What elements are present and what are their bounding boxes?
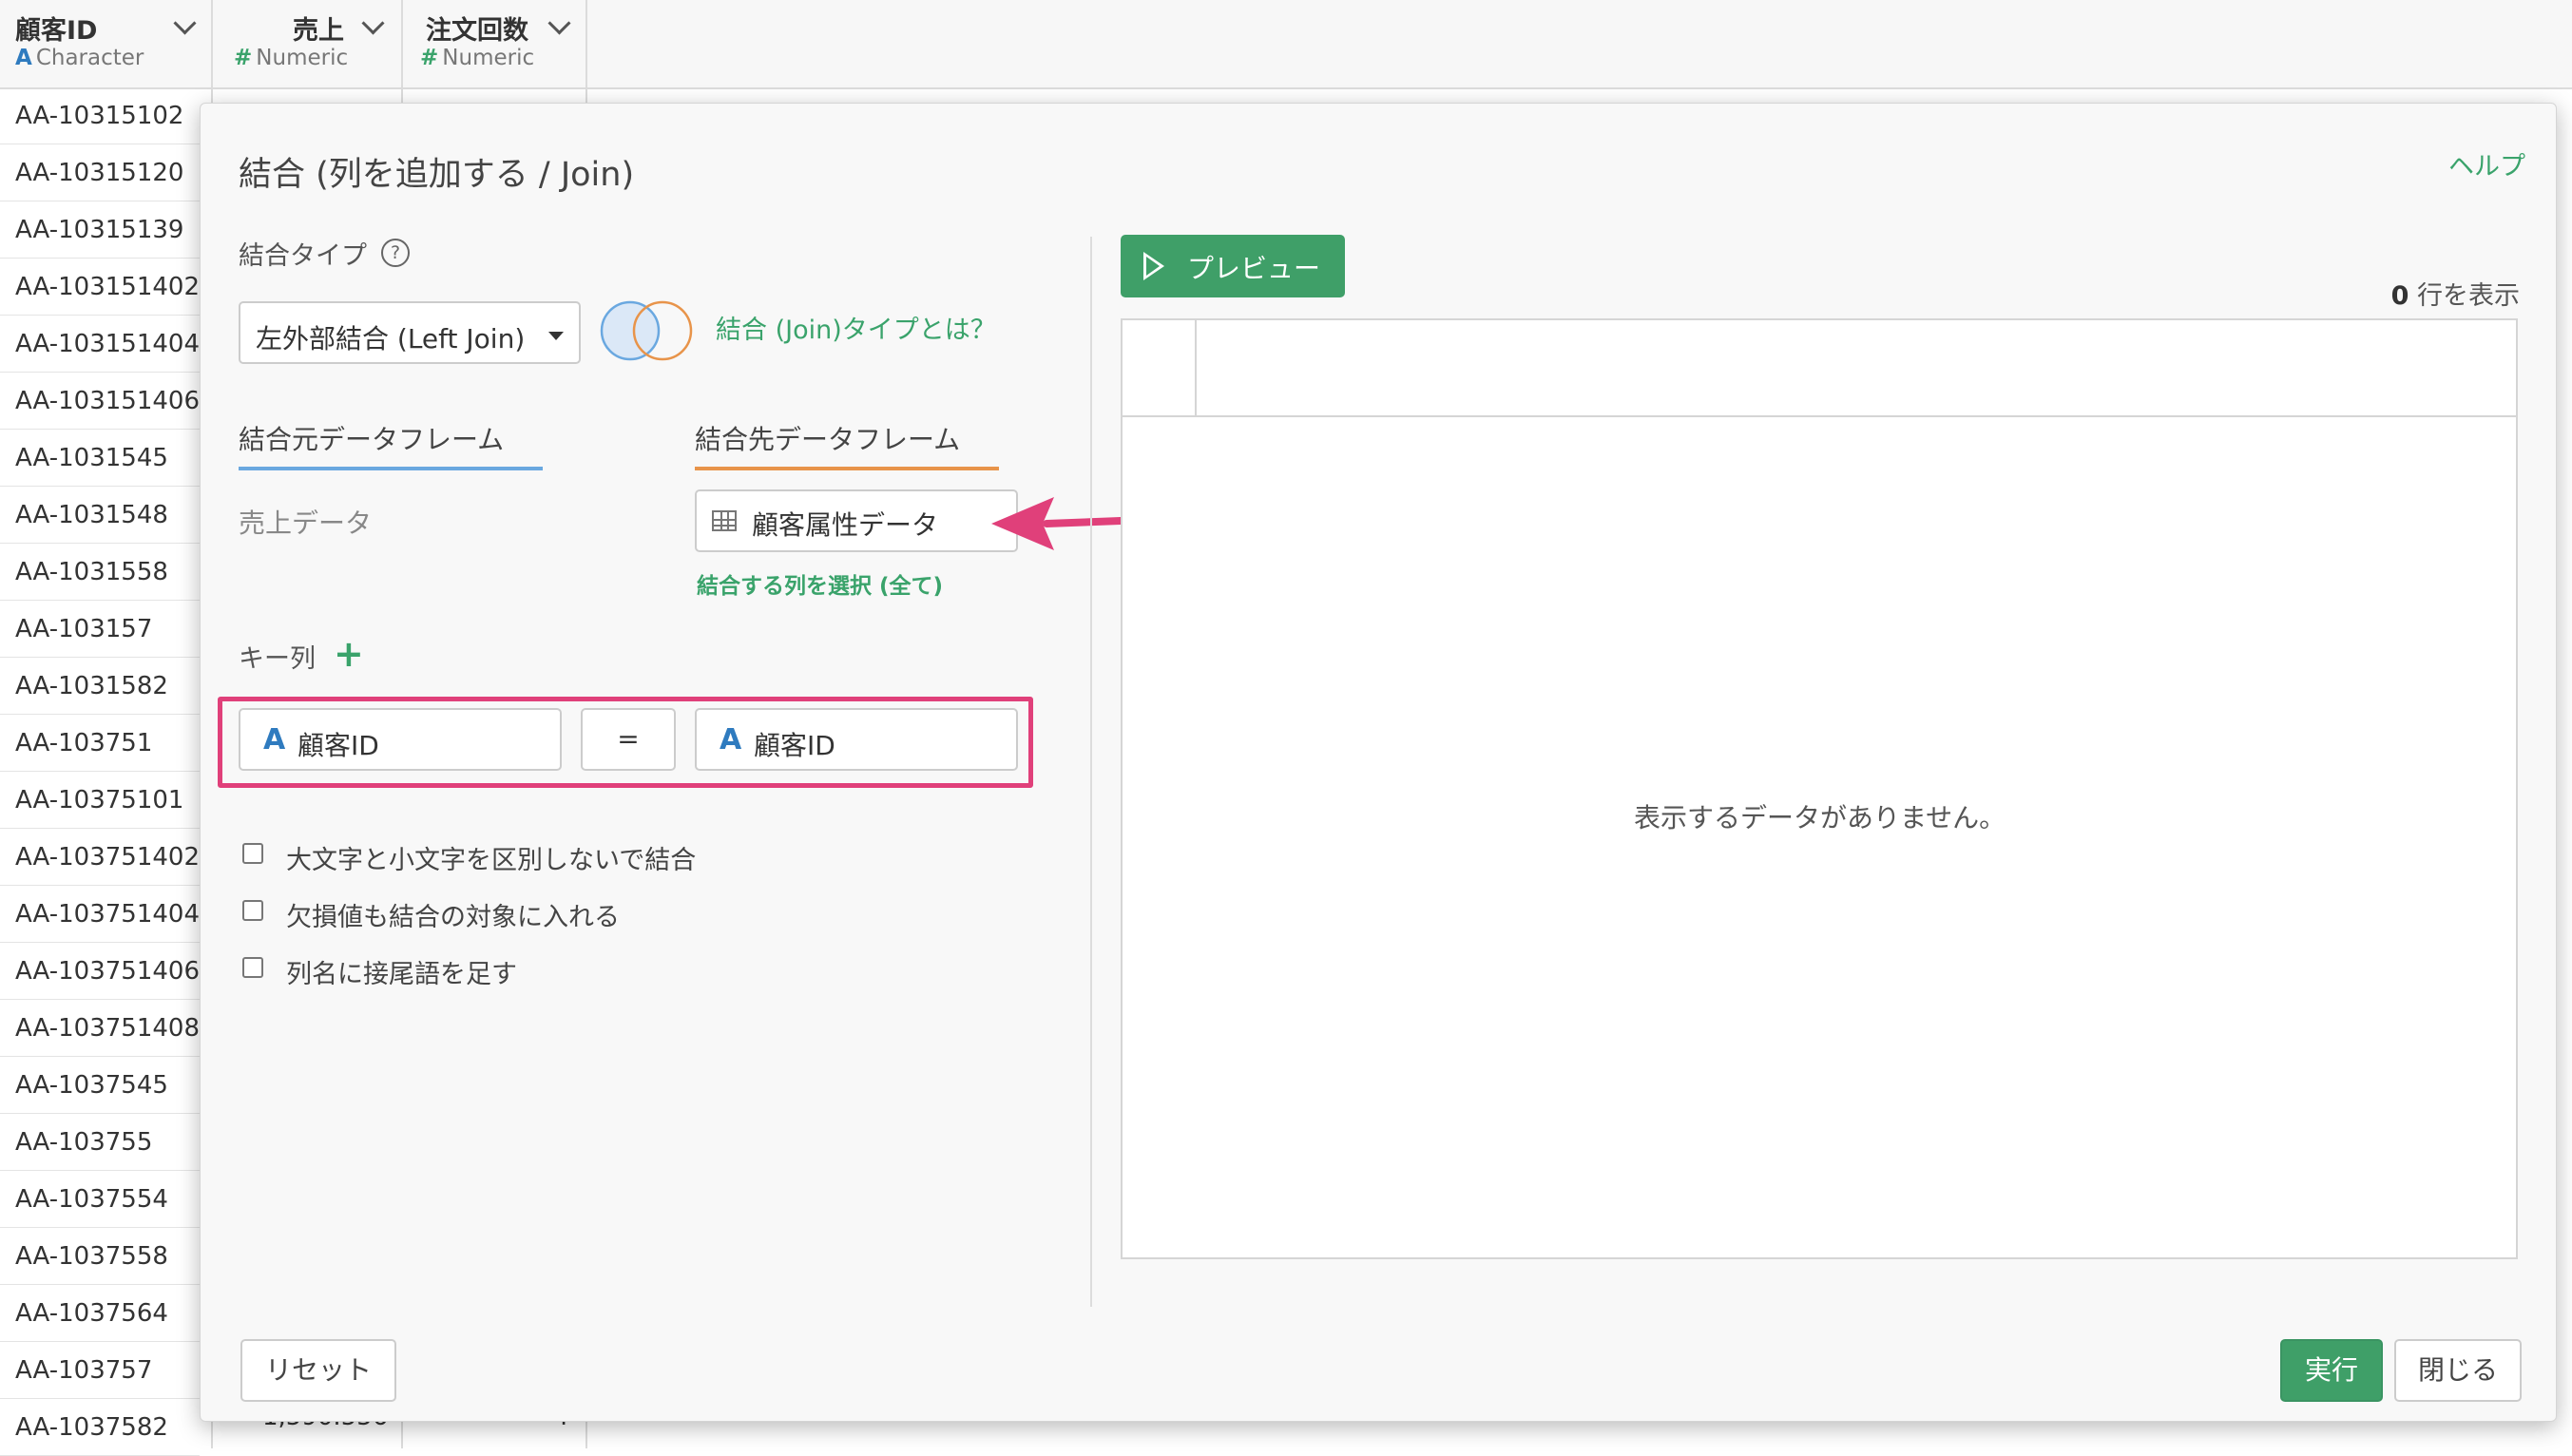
table-row[interactable]: AA-1037582 bbox=[0, 1399, 200, 1456]
preview-table-header bbox=[1123, 320, 2516, 417]
source-tab-underline bbox=[239, 467, 543, 470]
option-add-suffix[interactable]: 列名に接尾語を足す bbox=[242, 953, 813, 989]
add-key-icon[interactable]: + bbox=[334, 636, 364, 672]
tab-target-dataframe[interactable]: 結合先データフレーム bbox=[695, 419, 960, 457]
table-row[interactable]: AA-1031558 bbox=[0, 544, 200, 601]
table-row[interactable]: AA-1037564 bbox=[0, 1285, 200, 1342]
close-button[interactable]: 閉じる bbox=[2394, 1339, 2522, 1402]
option-include-missing[interactable]: 欠損値も結合の対象に入れる bbox=[242, 896, 813, 932]
column-header-order-count[interactable]: 注文回数 # Numeric bbox=[403, 0, 587, 87]
chevron-down-icon[interactable] bbox=[361, 11, 385, 35]
empty-message: 表示するデータがありません。 bbox=[1634, 802, 2006, 833]
table-row[interactable]: AA-1037554 bbox=[0, 1171, 200, 1228]
dialog-title: 結合 (列を追加する / Join) bbox=[239, 156, 635, 194]
checkbox[interactable] bbox=[242, 957, 263, 978]
join-type-label: 結合タイプ bbox=[239, 241, 367, 271]
row-count: 0 行を表示 bbox=[2390, 281, 2520, 311]
table-row[interactable]: AA-1031545 bbox=[0, 430, 200, 487]
help-circle-icon[interactable]: ? bbox=[381, 239, 410, 267]
numeric-type-icon: # bbox=[234, 46, 253, 70]
caret-down-icon bbox=[548, 332, 564, 340]
table-row[interactable]: AA-1031548 bbox=[0, 487, 200, 544]
key-operator-select[interactable]: = bbox=[581, 708, 676, 771]
target-dataframe-select[interactable]: 顧客属性データ bbox=[695, 489, 1018, 552]
target-tab-underline bbox=[695, 467, 999, 470]
column-type: A Character bbox=[15, 46, 144, 70]
table-row[interactable]: AA-10375101 bbox=[0, 772, 200, 829]
target-dataframe-name: 顧客属性データ bbox=[752, 509, 939, 541]
table-row[interactable]: AA-103151402 bbox=[0, 259, 200, 316]
table-row[interactable]: AA-103751 bbox=[0, 715, 200, 772]
table-row[interactable]: AA-103755 bbox=[0, 1114, 200, 1171]
column-header-sales[interactable]: 売上 # Numeric bbox=[213, 0, 403, 87]
help-link[interactable]: ヘルプ bbox=[2448, 145, 2525, 182]
table-row[interactable]: AA-103751408 bbox=[0, 1000, 200, 1057]
target-key-select[interactable]: A 顧客ID bbox=[695, 708, 1018, 771]
column-type: # Numeric bbox=[234, 46, 349, 70]
reset-button[interactable]: リセット bbox=[240, 1339, 396, 1402]
table-row[interactable]: AA-103151406 bbox=[0, 373, 200, 430]
table-row[interactable]: AA-1037545 bbox=[0, 1057, 200, 1114]
table-row[interactable]: AA-103751402 bbox=[0, 829, 200, 886]
numeric-type-icon: # bbox=[420, 46, 439, 70]
chevron-down-icon[interactable] bbox=[547, 11, 571, 35]
table-row[interactable]: AA-103751406 bbox=[0, 943, 200, 1000]
source-dataframe-name: 売上データ bbox=[239, 508, 373, 539]
grid-header: 顧客ID A Character 売上 # Numeric 注文回数 # Numeri… bbox=[0, 0, 2572, 89]
join-type-info-link[interactable]: 結合 (Join)タイプとは？ bbox=[716, 309, 996, 346]
table-row[interactable]: AA-10315139 bbox=[0, 201, 200, 259]
column-type: # Numeric bbox=[420, 46, 535, 70]
select-columns-link[interactable]: 結合する列を選択 (全て) bbox=[697, 567, 943, 600]
table-row[interactable]: AA-103151404 bbox=[0, 316, 200, 373]
table-row[interactable]: AA-1031582 bbox=[0, 658, 200, 715]
character-type-icon: A bbox=[720, 723, 742, 757]
table-row[interactable]: AA-103757 bbox=[0, 1342, 200, 1399]
preview-table: 表示するデータがありません。 bbox=[1121, 318, 2518, 1259]
table-row[interactable]: AA-103751404 bbox=[0, 886, 200, 943]
join-type-value: 左外部結合 (Left Join) bbox=[256, 323, 526, 354]
table-row[interactable]: AA-1037558 bbox=[0, 1228, 200, 1285]
character-type-icon: A bbox=[15, 46, 32, 70]
source-key-select[interactable]: A 顧客ID bbox=[239, 708, 562, 771]
panel-divider bbox=[1090, 237, 1092, 1307]
source-key-value: 顧客ID bbox=[298, 730, 379, 761]
column-name: 売上 bbox=[293, 16, 344, 46]
target-key-value: 顧客ID bbox=[754, 730, 835, 761]
column-header-customer-id[interactable]: 顧客ID A Character bbox=[0, 0, 213, 87]
checkbox[interactable] bbox=[242, 900, 263, 921]
character-type-icon: A bbox=[263, 723, 286, 757]
table-row[interactable]: AA-10315120 bbox=[0, 144, 200, 201]
join-type-select[interactable]: 左外部結合 (Left Join) bbox=[239, 301, 581, 364]
venn-diagram-icon bbox=[600, 300, 693, 361]
table-icon bbox=[712, 510, 737, 531]
table-row[interactable]: AA-103157 bbox=[0, 601, 200, 658]
tab-source-dataframe[interactable]: 結合元データフレーム bbox=[239, 419, 504, 457]
key-columns-label: キー列 bbox=[239, 644, 316, 674]
chevron-down-icon[interactable] bbox=[173, 11, 197, 35]
preview-button[interactable]: プレビュー bbox=[1121, 235, 1345, 297]
column-name: 注文回数 bbox=[426, 16, 528, 46]
join-dialog: 結合 (列を追加する / Join) ヘルプ 結合タイプ ? 左外部結合 (Le… bbox=[200, 103, 2557, 1422]
column-name: 顧客ID bbox=[15, 16, 98, 46]
run-button[interactable]: 実行 bbox=[2280, 1339, 2383, 1402]
checkbox[interactable] bbox=[242, 843, 263, 864]
table-row[interactable]: AA-10315102 bbox=[0, 87, 200, 144]
option-case-insensitive[interactable]: 大文字と小文字を区別しないで結合 bbox=[242, 839, 813, 875]
